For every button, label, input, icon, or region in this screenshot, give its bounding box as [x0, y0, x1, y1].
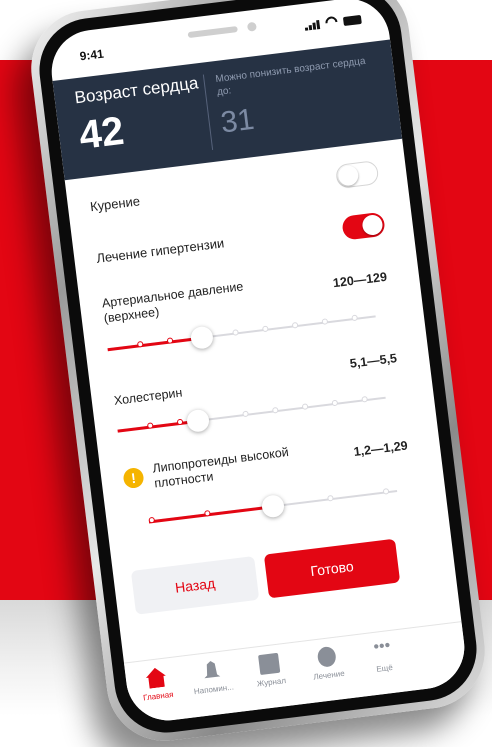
smoking-toggle[interactable] — [334, 160, 380, 190]
tab-label: Лечение — [312, 668, 346, 682]
signal-icon — [304, 20, 321, 31]
slider-thumb[interactable] — [189, 325, 214, 350]
heart-age-target: Можно понизить возраст сердца до: 31 — [215, 54, 382, 141]
blood-pressure-range: 120—129 — [332, 269, 388, 291]
smoking-label: Курение — [89, 193, 141, 215]
pills-icon — [316, 645, 337, 668]
tab-journal[interactable]: Журнал — [238, 650, 302, 690]
heart-age-value: 42 — [76, 108, 127, 158]
tab-treatment[interactable]: Лечение — [296, 643, 360, 683]
slider-step — [271, 406, 279, 414]
warning-icon[interactable]: ! — [122, 466, 145, 490]
blood-pressure-slider: Артериальное давление (верхнее) 120—129 — [101, 261, 397, 366]
cholesterol-range: 5,1—5,5 — [349, 351, 398, 371]
slider-step — [327, 494, 334, 502]
speaker-grille — [187, 26, 238, 39]
hypertension-toggle[interactable] — [341, 211, 386, 241]
hypertension-row: Лечение гипертензии — [95, 210, 386, 275]
hdl-label: Липопротеиды высокой плотности — [151, 445, 290, 491]
home-icon — [145, 667, 167, 689]
slider-track[interactable] — [148, 488, 398, 524]
cholesterol-slider: Холестерин 5,1—5,5 — [112, 351, 407, 446]
slider-step — [351, 314, 358, 322]
action-buttons: Назад Готово — [113, 532, 456, 617]
hdl-range: 1,2—1,29 — [352, 438, 409, 459]
tab-more[interactable]: ••• Ещё — [351, 636, 415, 676]
done-button[interactable]: Готово — [263, 538, 401, 599]
back-button[interactable]: Назад — [130, 555, 260, 615]
hypertension-label: Лечение гипертензии — [95, 235, 225, 266]
heart-age-current: Возраст сердца 42 — [74, 73, 212, 159]
tab-reminders[interactable]: Напомин... — [181, 657, 245, 697]
front-camera — [246, 21, 257, 32]
journal-icon — [258, 652, 281, 676]
slider-step — [242, 410, 249, 418]
tab-label: Главная — [142, 689, 174, 703]
bell-icon — [200, 660, 222, 682]
status-icons — [304, 13, 362, 31]
battery-icon — [342, 14, 362, 27]
slider-step — [361, 395, 368, 403]
slider-step — [291, 321, 299, 329]
slider-thumb[interactable] — [260, 494, 286, 519]
tab-label: Ещё — [375, 662, 394, 674]
cholesterol-label: Холестерин — [113, 385, 184, 408]
slider-step — [382, 488, 390, 495]
tab-label: Напомин... — [193, 682, 235, 697]
slider-fill — [107, 336, 202, 352]
toggle-knob — [361, 213, 384, 237]
slider-step — [232, 329, 239, 336]
slider-step — [301, 403, 309, 410]
slider-fill — [148, 505, 274, 524]
blood-pressure-label: Артериальное давление (верхнее) — [101, 279, 245, 326]
tab-home[interactable]: Главная — [125, 664, 189, 704]
more-icon: ••• — [372, 637, 392, 657]
slider-step — [261, 325, 269, 333]
hdl-slider: ! Липопротеиды высокой плотности 1,2—1,2… — [122, 430, 418, 535]
tab-label: Журнал — [256, 676, 287, 689]
slider-step — [321, 318, 329, 325]
toggle-knob — [337, 164, 360, 187]
slider-thumb[interactable] — [185, 408, 211, 434]
wifi-icon — [324, 16, 339, 29]
slider-step — [331, 399, 339, 407]
status-time: 9:41 — [78, 46, 105, 64]
